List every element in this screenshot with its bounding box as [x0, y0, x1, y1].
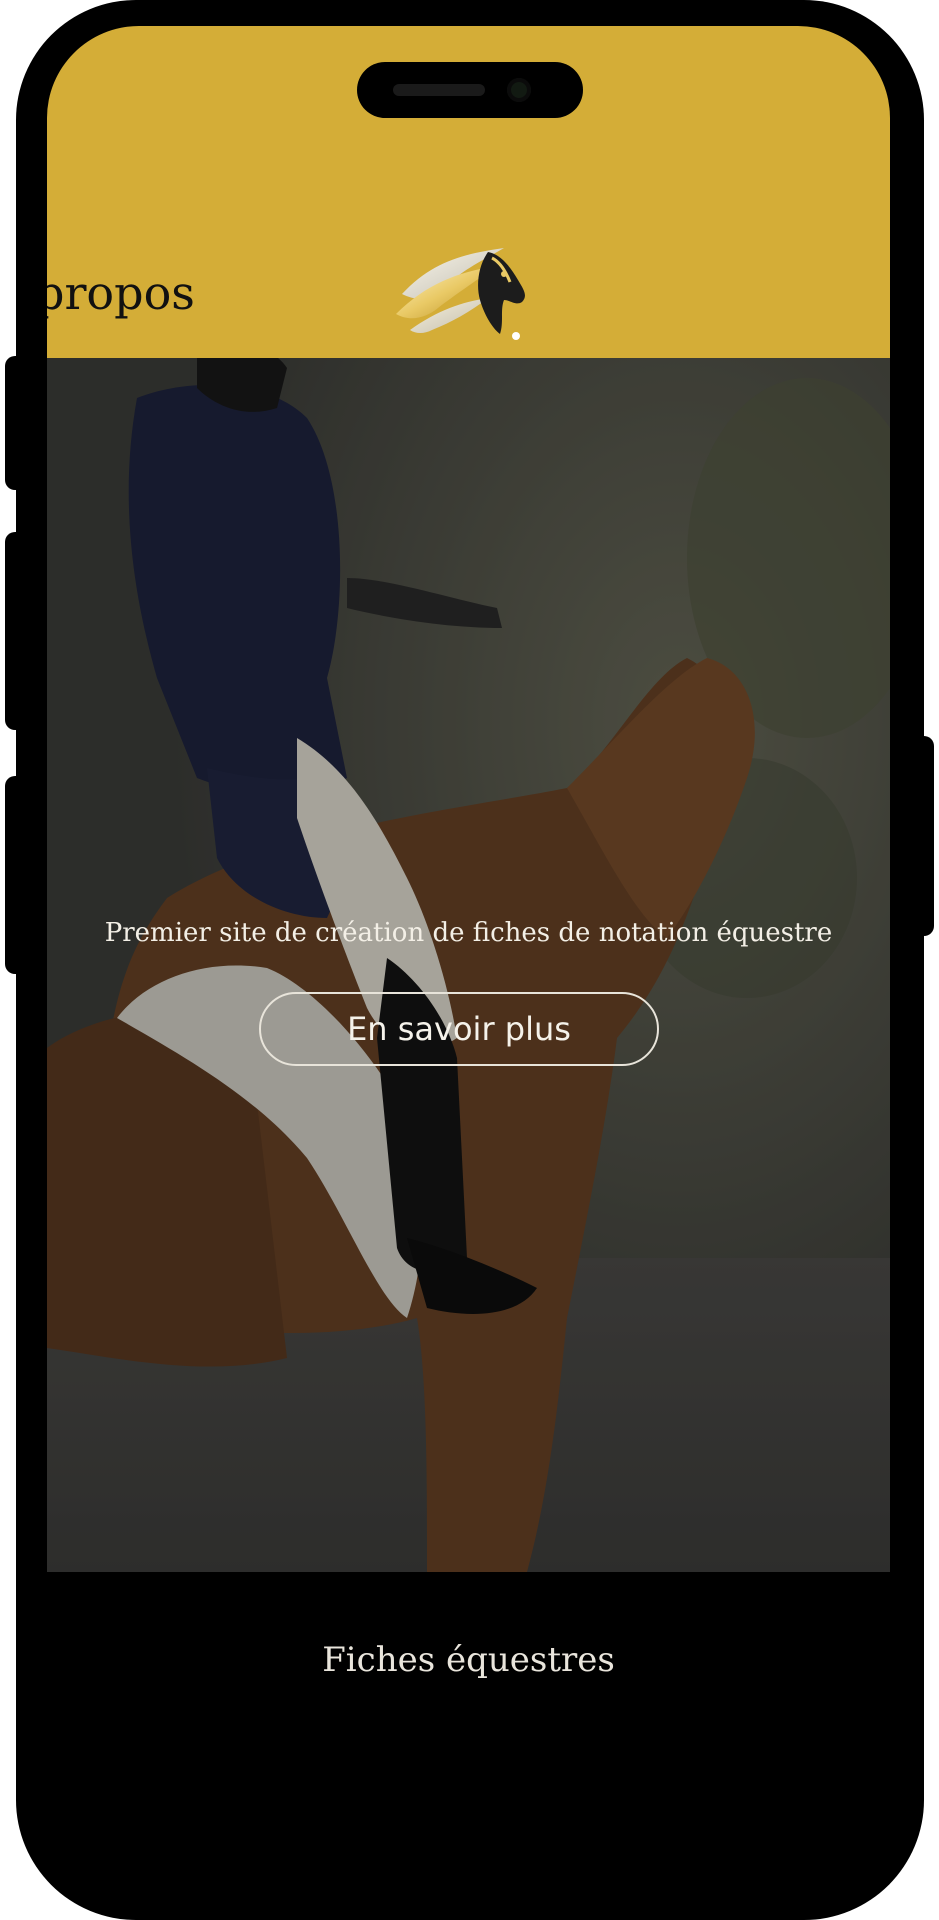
- phone-screen: propos Premier site de création de fiche…: [47, 26, 890, 1692]
- section-title-fiches: Fiches équestres: [322, 1640, 615, 1680]
- volume-silent-button: [5, 356, 27, 490]
- learn-more-button[interactable]: En savoir plus: [259, 992, 659, 1066]
- section-heading-bar: Fiches équestres: [47, 1572, 890, 1692]
- volume-up-button: [5, 532, 27, 730]
- power-button: [912, 736, 934, 936]
- volume-down-button: [5, 776, 27, 974]
- horse-head-icon[interactable]: [392, 232, 532, 346]
- site-header: propos: [47, 26, 890, 358]
- hero-tagline: Premier site de création de fiches de no…: [104, 918, 833, 948]
- nav-link-a-propos[interactable]: propos: [47, 266, 195, 320]
- dynamic-island: [357, 62, 583, 118]
- front-camera-icon: [507, 78, 531, 102]
- hero-background-image: [47, 358, 890, 1572]
- hero-section: Premier site de création de fiches de no…: [47, 358, 890, 1572]
- speaker-grille: [393, 84, 485, 96]
